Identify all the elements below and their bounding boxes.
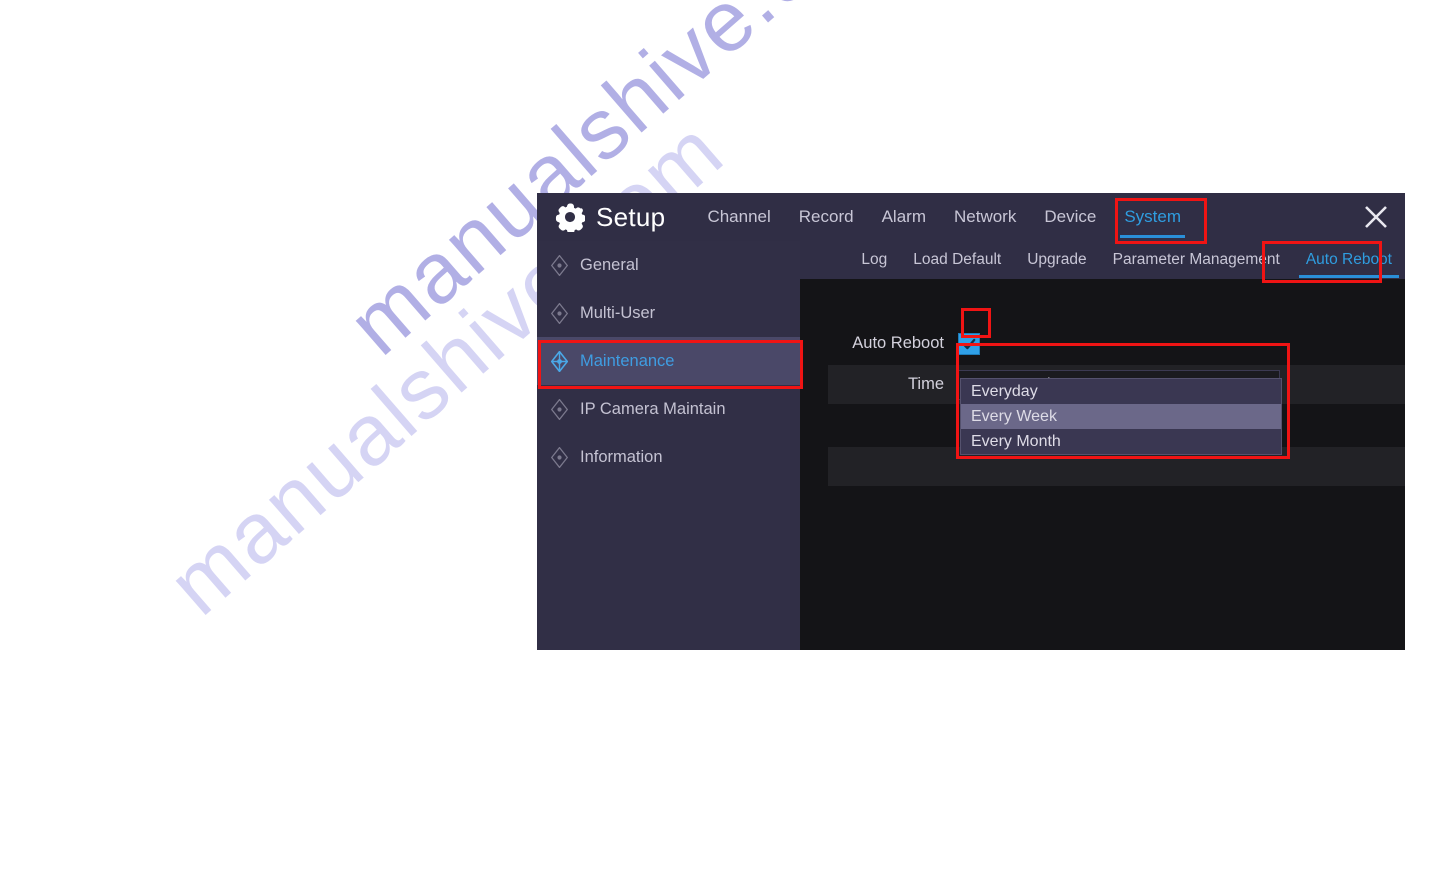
- sidebar-item-information[interactable]: Information: [537, 433, 800, 481]
- top-tab-network[interactable]: Network: [940, 193, 1030, 241]
- close-icon[interactable]: [1361, 202, 1391, 232]
- sidebar-item-label: General: [580, 255, 639, 274]
- sub-tab-upgrade[interactable]: Upgrade: [1014, 241, 1099, 279]
- diamond-icon: [550, 302, 569, 324]
- sidebar: General Multi-User Maintenance IP Camera…: [537, 241, 800, 650]
- top-tab-channel[interactable]: Channel: [693, 193, 784, 241]
- time-option-every-month[interactable]: Every Month: [961, 429, 1281, 454]
- screenshot-root: manualshive.com manualshive.com Setup Ch…: [0, 0, 1440, 893]
- window-title: Setup: [596, 201, 666, 232]
- diamond-icon: [550, 398, 569, 420]
- time-option-every-week[interactable]: Every Week: [961, 404, 1281, 429]
- sidebar-item-maintenance[interactable]: Maintenance: [537, 337, 800, 385]
- sidebar-item-label: Maintenance: [580, 351, 675, 370]
- top-tab-alarm[interactable]: Alarm: [868, 193, 940, 241]
- option-label: Every Month: [971, 432, 1061, 450]
- row-auto-reboot: Auto Reboot: [800, 324, 1405, 363]
- time-label: Time: [907, 375, 944, 393]
- top-tab-system[interactable]: System: [1110, 193, 1195, 241]
- option-label: Everyday: [971, 382, 1038, 400]
- diamond-icon: [550, 446, 569, 468]
- diamond-icon: [550, 349, 569, 373]
- auto-reboot-checkbox[interactable]: [958, 332, 980, 355]
- title-bar: Setup Channel Record Alarm Network Devic…: [537, 193, 1405, 241]
- sub-navigation: Log Load Default Upgrade Parameter Manag…: [800, 241, 1405, 279]
- check-icon: [962, 338, 976, 349]
- top-navigation: Channel Record Alarm Network Device Syst…: [693, 193, 1195, 241]
- settings-rows: Auto Reboot Time Every Week: [800, 279, 1405, 650]
- time-option-everyday[interactable]: Everyday: [961, 379, 1281, 404]
- sidebar-item-general[interactable]: General: [537, 241, 800, 289]
- sidebar-item-multi-user[interactable]: Multi-User: [537, 289, 800, 337]
- option-label: Every Week: [971, 407, 1057, 425]
- sidebar-item-label: Information: [580, 447, 663, 466]
- brand: Setup: [555, 201, 666, 234]
- sub-tab-auto-reboot[interactable]: Auto Reboot: [1293, 241, 1405, 279]
- gear-icon: [555, 202, 586, 234]
- top-tab-device[interactable]: Device: [1030, 193, 1110, 241]
- sidebar-item-label: IP Camera Maintain: [580, 399, 726, 418]
- sidebar-item-ip-camera-maintain[interactable]: IP Camera Maintain: [537, 385, 800, 433]
- top-tab-record[interactable]: Record: [785, 193, 868, 241]
- sidebar-item-label: Multi-User: [580, 303, 656, 322]
- sub-tab-load-default[interactable]: Load Default: [900, 241, 1014, 279]
- auto-reboot-label: Auto Reboot: [852, 334, 944, 352]
- sub-tab-log[interactable]: Log: [848, 241, 900, 279]
- sub-tab-parameter-management[interactable]: Parameter Management: [1100, 241, 1293, 279]
- diamond-icon: [550, 254, 569, 276]
- time-dropdown-list: Everyday Every Week Every Month: [960, 378, 1282, 455]
